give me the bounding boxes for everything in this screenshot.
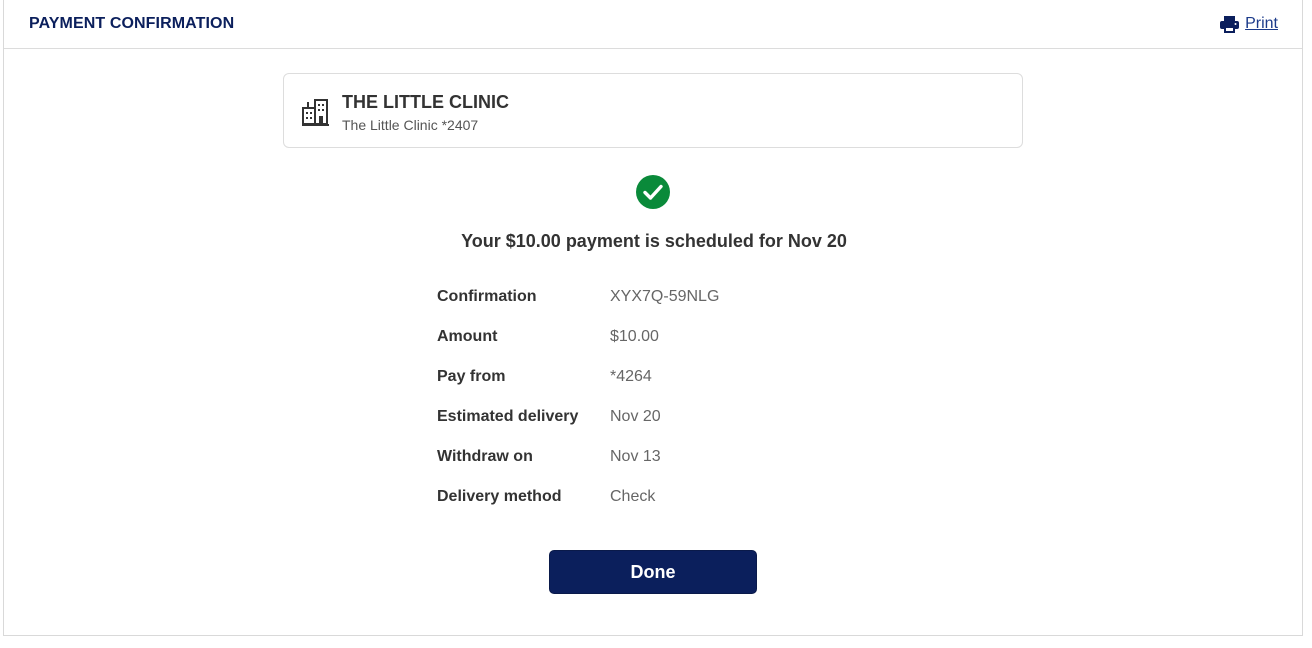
detail-label: Amount xyxy=(437,328,498,345)
detail-label: Estimated delivery xyxy=(437,408,579,425)
payment-details: Confirmation XYX7Q-59NLG Amount $10.00 P… xyxy=(437,288,877,528)
detail-row-delivery-method: Delivery method Check xyxy=(437,488,877,528)
detail-value: *4264 xyxy=(610,368,652,385)
detail-row-pay-from: Pay from *4264 xyxy=(437,368,877,408)
detail-label: Delivery method xyxy=(437,488,562,505)
payee-name: THE LITTLE CLINIC xyxy=(342,92,509,112)
print-label: Print xyxy=(1245,15,1278,32)
detail-value: Check xyxy=(610,488,656,505)
detail-label: Confirmation xyxy=(437,288,537,305)
detail-row-amount: Amount $10.00 xyxy=(437,328,877,368)
payee-card: THE LITTLE CLINIC The Little Clinic *240… xyxy=(283,73,1023,148)
page-title: PAYMENT CONFIRMATION xyxy=(29,15,235,32)
building-icon xyxy=(302,98,329,126)
detail-value: $10.00 xyxy=(610,328,659,345)
detail-row-withdraw-on: Withdraw on Nov 13 xyxy=(437,448,877,488)
payee-account: The Little Clinic *2407 xyxy=(342,117,479,133)
check-circle-icon xyxy=(636,175,670,209)
print-link[interactable]: Print xyxy=(1220,15,1278,33)
done-button[interactable]: Done xyxy=(549,550,757,594)
detail-value: Nov 20 xyxy=(610,408,661,425)
detail-row-estimated-delivery: Estimated delivery Nov 20 xyxy=(437,408,877,448)
detail-value: Nov 13 xyxy=(610,448,661,465)
detail-value: XYX7Q-59NLG xyxy=(610,288,720,305)
payment-confirmation-panel: PAYMENT CONFIRMATION Print THE LITTLE CL… xyxy=(3,0,1303,636)
detail-row-confirmation: Confirmation XYX7Q-59NLG xyxy=(437,288,877,328)
detail-label: Withdraw on xyxy=(437,448,533,465)
panel-header: PAYMENT CONFIRMATION Print xyxy=(4,0,1302,49)
status-message: Your $10.00 payment is scheduled for Nov… xyxy=(461,231,847,251)
detail-label: Pay from xyxy=(437,368,506,385)
printer-icon xyxy=(1220,15,1240,33)
